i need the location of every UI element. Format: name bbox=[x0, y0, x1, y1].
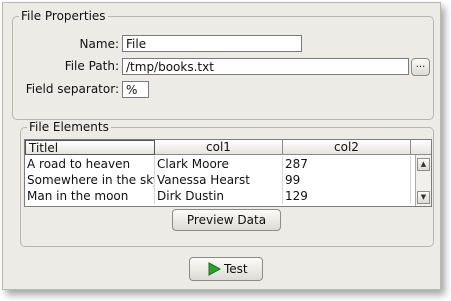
table-cell[interactable]: Clark Moore bbox=[155, 156, 283, 172]
browse-button[interactable]: ... bbox=[411, 58, 430, 76]
preview-data-button[interactable]: Preview Data bbox=[172, 209, 281, 231]
file-elements-table[interactable]: Titlel col1 col2 A road to heaven Clark … bbox=[24, 139, 432, 207]
table-cell[interactable]: Man in the moon bbox=[25, 188, 155, 204]
table-cell[interactable]: 129 bbox=[283, 188, 411, 204]
column-header[interactable]: col1 bbox=[155, 140, 283, 155]
scroll-down-icon[interactable]: ▼ bbox=[417, 191, 430, 204]
table-scrollbar[interactable]: ▲ ▼ bbox=[415, 155, 431, 206]
table-cell[interactable]: Dirk Dustin bbox=[155, 188, 283, 204]
name-field[interactable]: File bbox=[122, 35, 302, 52]
file-elements-title: File Elements bbox=[27, 120, 111, 134]
field-separator-field[interactable]: % bbox=[122, 81, 149, 98]
table-cell[interactable]: Vanessa Hearst bbox=[155, 172, 283, 188]
dialog-window: File Properties Name: File File Path: /t… bbox=[2, 2, 441, 290]
test-button[interactable]: Test bbox=[189, 257, 263, 281]
file-path-label: File Path: bbox=[64, 59, 119, 73]
column-header-corner bbox=[411, 140, 431, 155]
table-cell[interactable]: A road to heaven bbox=[25, 156, 155, 172]
field-separator-label: Field separator: bbox=[25, 82, 119, 96]
table-cell[interactable]: Somewhere in the sky bbox=[25, 172, 155, 188]
column-header[interactable]: Titlel bbox=[25, 140, 155, 155]
test-button-label: Test bbox=[224, 262, 248, 276]
file-properties-title: File Properties bbox=[19, 9, 108, 23]
name-label: Name: bbox=[79, 37, 119, 51]
play-icon bbox=[208, 262, 221, 276]
table-cell[interactable]: 99 bbox=[283, 172, 411, 188]
column-header[interactable]: col2 bbox=[283, 140, 411, 155]
file-path-field[interactable]: /tmp/books.txt bbox=[122, 58, 409, 75]
table-cell[interactable]: 287 bbox=[283, 156, 411, 172]
scroll-up-icon[interactable]: ▲ bbox=[417, 158, 430, 171]
